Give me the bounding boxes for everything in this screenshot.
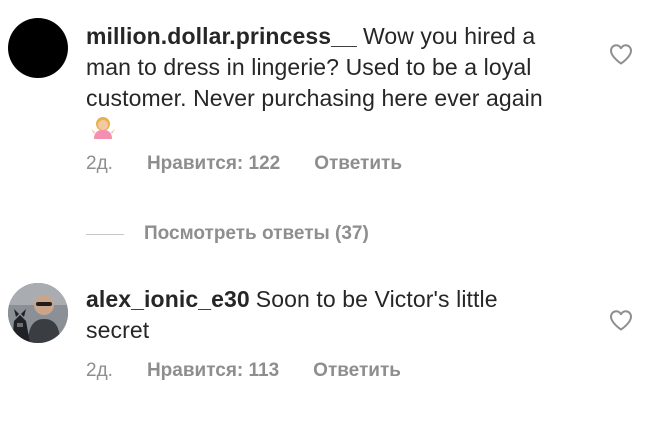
view-replies-label: Посмотреть ответы (37) [144, 223, 369, 244]
view-replies-button[interactable]: Посмотреть ответы (37) [86, 220, 369, 248]
comment-body: million.dollar.princess__ Wow you hired a… [86, 21, 556, 149]
divider-line [86, 233, 124, 235]
comment-username[interactable]: alex_ionic_e30 [86, 286, 250, 312]
likes-count[interactable]: Нравится: 122 [147, 153, 280, 175]
comment-username[interactable]: million.dollar.princess__ [86, 23, 357, 49]
heart-icon[interactable] [609, 309, 633, 331]
likes-count[interactable]: Нравится: 113 [147, 360, 279, 382]
avatar-photo-icon [8, 283, 68, 343]
avatar[interactable] [8, 283, 68, 343]
comment-time: 2д. [86, 360, 113, 381]
reply-button[interactable]: Ответить [314, 153, 402, 175]
comment-meta: 2д. Нравится: 113 Ответить [86, 360, 401, 382]
person-shrugging-emoji-icon [90, 115, 116, 149]
reply-button[interactable]: Ответить [313, 360, 401, 382]
heart-icon[interactable] [609, 43, 633, 65]
comment-time: 2д. [86, 153, 113, 174]
comment-meta: 2д. Нравится: 122 Ответить [86, 153, 402, 175]
comment-body: alex_ionic_e30 Soon to be Victor's little… [86, 284, 556, 346]
avatar[interactable] [8, 18, 68, 78]
